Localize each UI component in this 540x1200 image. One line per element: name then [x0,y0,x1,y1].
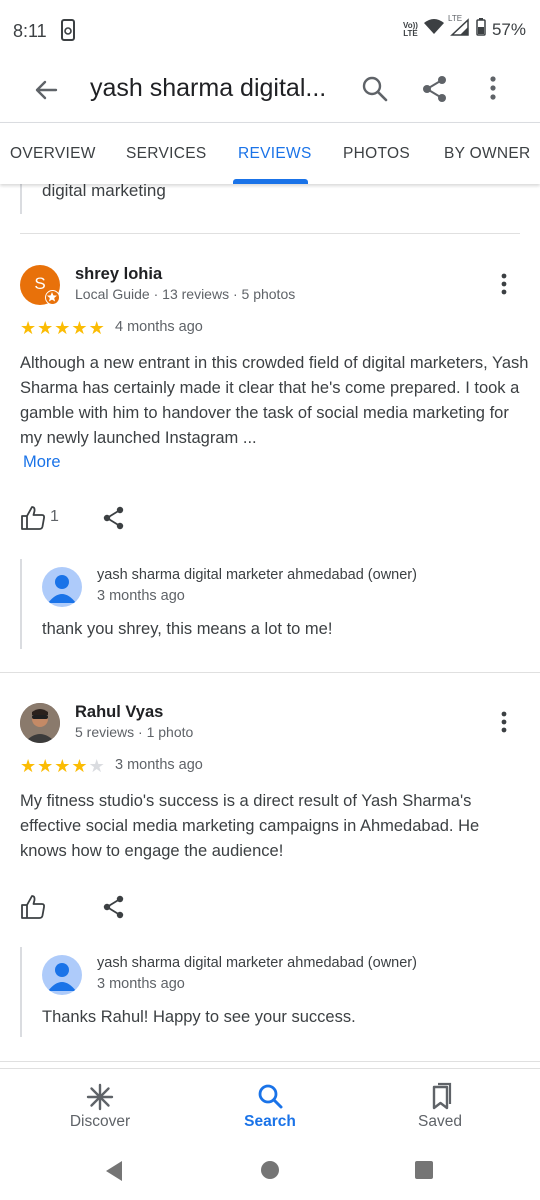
nav-saved-label: Saved [418,1113,462,1130]
owner-reply-date: 3 months ago [97,976,185,992]
tab-overview[interactable]: OVERVIEW [10,145,96,163]
local-guide-badge-icon [45,290,60,305]
review-card: Rahul Vyas 5 reviews · 1 photo ★ ★ ★ ★ ★… [0,672,540,1062]
nav-discover-label: Discover [69,1113,131,1130]
active-tab-indicator [233,179,308,184]
owner-name: yash sharma digital marketer ahmedabad (… [97,955,417,971]
reply-bar [20,947,22,1037]
star-rating: ★ ★ ★ ★ ★ [20,319,105,337]
review-author-meta: 5 reviews · 1 photo [75,724,194,740]
reply-bar [20,184,22,214]
avatar[interactable] [20,703,60,743]
more-vert-icon[interactable] [494,271,514,299]
review-date: 4 months ago [115,319,203,335]
thumbs-up-icon[interactable] [20,505,46,536]
owner-reply: yash sharma digital marketer ahmedabad (… [20,947,520,1037]
tab-bar: OVERVIEW SERVICES REVIEWS PHOTOS BY OWNE… [0,122,540,184]
profile-photo [20,703,60,743]
volte-bottom: LTE [403,28,418,38]
status-time: 8:11 [13,21,47,41]
more-link[interactable]: More [23,453,61,472]
star-icon: ★ [71,756,88,776]
thumbs-up-icon[interactable] [20,894,46,925]
owner-reply-date: 3 months ago [97,588,185,604]
tab-by-owner[interactable]: BY OWNER [444,145,531,163]
star-rating: ★ ★ ★ ★ ★ [20,757,105,775]
reviews-list[interactable]: digital marketing S shrey lohia Local Gu… [0,184,540,1068]
share-icon[interactable] [102,506,126,535]
review-author-meta: Local Guide · 13 reviews · 5 photos [75,286,296,302]
tab-reviews[interactable]: REVIEWS [238,145,312,163]
volte-badge: Vo)) LTE [403,21,418,38]
system-back-icon[interactable] [104,1160,124,1187]
asterisk-icon [85,1082,115,1112]
battery-icon [476,18,486,41]
nav-search[interactable]: Search [200,1069,340,1145]
lte-label: LTE [447,14,463,23]
review-text: My fitness studio's success is a direct … [20,792,480,860]
nav-discover[interactable]: Discover [30,1069,170,1145]
star-icon: ★ [37,318,54,338]
bottom-navigation: Discover Search Saved [0,1068,540,1144]
nav-saved[interactable]: Saved [370,1069,510,1145]
star-icon: ★ [54,318,71,338]
status-bar: 8:11 Vo)) LTE LTE 57% [0,0,540,64]
star-icon: ★ [54,756,71,776]
back-arrow-icon[interactable] [30,74,62,106]
bookmarks-icon [425,1082,455,1112]
tab-services[interactable]: SERVICES [126,145,207,163]
owner-reply-text: thank you shrey, this means a lot to me! [42,620,333,638]
previous-reply-snippet: digital marketing [20,184,520,234]
like-count: 1 [50,508,59,525]
more-vert-icon[interactable] [494,709,514,737]
system-navigation-bar [0,1144,540,1200]
star-icon: ★ [20,318,37,338]
share-icon[interactable] [102,895,126,924]
owner-name: yash sharma digital marketer ahmedabad (… [97,567,417,583]
tab-photos[interactable]: PHOTOS [343,145,410,163]
system-home-icon[interactable] [260,1160,280,1185]
star-icon: ★ [71,318,88,338]
review-author[interactable]: shrey lohia [75,265,162,284]
review-text: Although a new entrant in this crowded f… [20,354,529,447]
battery-percent: 57% [491,19,526,39]
search-icon [255,1082,285,1112]
page-title: yash sharma digital... [90,74,327,102]
star-empty-icon: ★ [88,756,105,776]
nav-search-label: Search [244,1113,296,1130]
signal-icon: LTE [448,14,470,41]
top-app-bar: yash sharma digital... [0,64,540,122]
owner-reply-text: Thanks Rahul! Happy to see your success. [42,1008,356,1026]
owner-reply: yash sharma digital marketer ahmedabad (… [20,559,520,649]
phone-sync-icon [60,19,76,46]
reply-bar [20,559,22,649]
snippet-text: digital marketing [42,184,166,200]
system-recents-icon[interactable] [414,1160,434,1185]
owner-avatar [42,955,82,995]
star-icon: ★ [88,318,105,338]
star-icon: ★ [37,756,54,776]
star-icon: ★ [20,756,37,776]
search-icon[interactable] [360,74,390,109]
more-vert-icon[interactable] [478,74,508,109]
review-date: 3 months ago [115,757,203,773]
wifi-icon [423,19,444,40]
share-icon[interactable] [420,74,450,109]
review-author[interactable]: Rahul Vyas [75,703,163,722]
divider [0,1061,540,1062]
avatar[interactable]: S [20,265,60,305]
review-card: S shrey lohia Local Guide · 13 reviews ·… [0,234,540,672]
status-icons: Vo)) LTE LTE 57% [403,14,526,41]
owner-avatar [42,567,82,607]
